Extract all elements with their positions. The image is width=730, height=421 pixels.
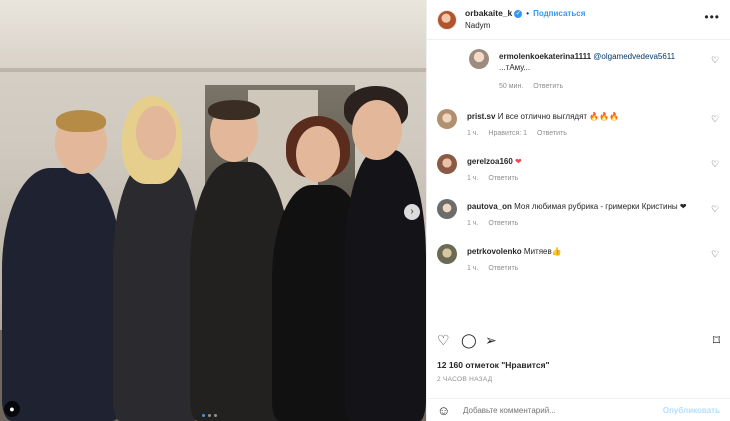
slide-dot <box>208 414 211 417</box>
commenter-avatar[interactable] <box>437 154 457 174</box>
person-5-head <box>352 100 402 160</box>
comment-meta: 1 ч. Ответить <box>467 265 526 272</box>
post-location[interactable]: Nadym <box>465 20 585 32</box>
commenter-avatar[interactable] <box>437 109 457 129</box>
comment-text: pautova_on Моя любимая рубрика - гримерк… <box>467 201 702 212</box>
person-2-head <box>136 106 176 160</box>
commenter-username[interactable]: pautova_on <box>467 202 512 211</box>
comment-content: ❤ <box>515 157 522 166</box>
comment-bubble-icon[interactable]: ◯ <box>461 332 477 348</box>
comment-time[interactable]: 1 ч. <box>467 265 478 272</box>
person-5 <box>345 150 426 421</box>
post-timestamp[interactable]: 2 ЧАСОВ НАЗАД <box>437 376 492 383</box>
comment-time[interactable]: 1 ч. <box>467 220 478 227</box>
like-comment-heart-icon[interactable]: ♡ <box>710 159 720 169</box>
tagged-users-icon[interactable]: ● <box>4 401 20 417</box>
post-actions: ♡ ◯ ➢ ⌑ <box>437 330 720 352</box>
slide-indicator <box>202 414 217 417</box>
add-comment-bar: ☺ Опубликовать <box>427 398 730 421</box>
post-sidebar: orbakaite_k ✓ • Подписаться Nadym ••• ermol… <box>426 0 730 421</box>
comments-list: ermolenkoekaterina1111 @olgamedvedeva561… <box>427 41 730 321</box>
comment-content: ...тАму... <box>499 63 531 72</box>
commenter-username[interactable]: prist.sv <box>467 112 495 121</box>
more-options-icon[interactable]: ••• <box>704 10 720 24</box>
person-1-hair <box>56 110 106 132</box>
comment-text: prist.sv И все отлично выглядят 🔥🔥🔥 <box>467 111 702 122</box>
person-1 <box>2 168 122 421</box>
reply-button[interactable]: Ответить <box>533 83 563 90</box>
commenter-username[interactable]: petrkovolenko <box>467 247 522 256</box>
instagram-post-modal: › ● orbakaite_k ✓ • Подписаться Nadym ••• <box>0 0 730 421</box>
photo-wall-trim <box>0 68 426 72</box>
comment-time[interactable]: 1 ч. <box>467 175 478 182</box>
commenter-avatar[interactable] <box>437 199 457 219</box>
author-meta: orbakaite_k ✓ • Подписаться Nadym <box>465 7 585 32</box>
commenter-username[interactable]: ermolenkoekaterina1111 <box>499 52 591 61</box>
reply-button[interactable]: Ответить <box>488 265 518 272</box>
next-slide-button[interactable]: › <box>404 204 420 220</box>
commenter-avatar[interactable] <box>469 49 489 69</box>
comment-time[interactable]: 1 ч. <box>467 130 478 137</box>
reply-button[interactable]: Ответить <box>488 175 518 182</box>
follow-button[interactable]: Подписаться <box>533 9 585 18</box>
reply-button[interactable]: Ответить <box>488 220 518 227</box>
author-username[interactable]: orbakaite_k <box>465 8 512 18</box>
comment-mention[interactable]: @olgamedvedeva5611 <box>593 52 675 61</box>
like-comment-heart-icon[interactable]: ♡ <box>710 249 720 259</box>
like-heart-icon[interactable]: ♡ <box>437 332 450 348</box>
separator-dot: • <box>526 9 530 18</box>
commenter-avatar[interactable] <box>437 244 457 264</box>
comment-likes[interactable]: Нравится: 1 <box>488 130 527 137</box>
comment-meta: 1 ч. Нравится: 1 Ответить <box>467 130 575 137</box>
like-comment-heart-icon[interactable]: ♡ <box>710 55 720 65</box>
comment-text: petrkovolenko Митяев👍 <box>467 246 702 257</box>
like-comment-heart-icon[interactable]: ♡ <box>710 114 720 124</box>
comment-content: Моя любимая рубрика - гримерки Кристины … <box>514 202 687 211</box>
comment-input[interactable] <box>463 405 663 415</box>
reply-button[interactable]: Ответить <box>537 130 567 137</box>
photo-ceiling <box>0 0 426 70</box>
like-comment-heart-icon[interactable]: ♡ <box>710 204 720 214</box>
author-avatar[interactable] <box>437 9 457 30</box>
person-4-head <box>296 126 340 182</box>
comment-meta: 1 ч. Ответить <box>467 175 526 182</box>
publish-button[interactable]: Опубликовать <box>663 406 720 415</box>
comment-meta: 1 ч. Ответить <box>467 220 526 227</box>
commenter-username[interactable]: gerelzoa160 <box>467 157 513 166</box>
save-bookmark-icon[interactable]: ⌑ <box>713 332 720 348</box>
emoji-smile-icon[interactable]: ☺ <box>437 403 453 418</box>
comment-text: ermolenkoekaterina1111 @olgamedvedeva561… <box>499 51 702 73</box>
comment-content: И все отлично выглядят 🔥🔥🔥 <box>497 112 620 121</box>
comment-text: gerelzoa160 ❤ <box>467 156 702 167</box>
comment-time[interactable]: 50 мин. <box>499 83 523 90</box>
verified-badge-icon: ✓ <box>514 9 523 18</box>
post-header: orbakaite_k ✓ • Подписаться Nadym ••• <box>427 0 730 40</box>
likes-count[interactable]: 12 160 отметок "Нравится" <box>437 360 550 370</box>
person-3-hair <box>208 100 260 120</box>
comment-content: Митяев👍 <box>523 247 562 256</box>
share-paper-plane-icon[interactable]: ➢ <box>485 332 497 348</box>
comment-meta: 50 мин. Ответить <box>499 83 571 90</box>
slide-dot <box>214 414 217 417</box>
slide-dot-active <box>202 414 205 417</box>
person-2 <box>113 160 201 421</box>
post-photo[interactable]: › ● <box>0 0 426 421</box>
